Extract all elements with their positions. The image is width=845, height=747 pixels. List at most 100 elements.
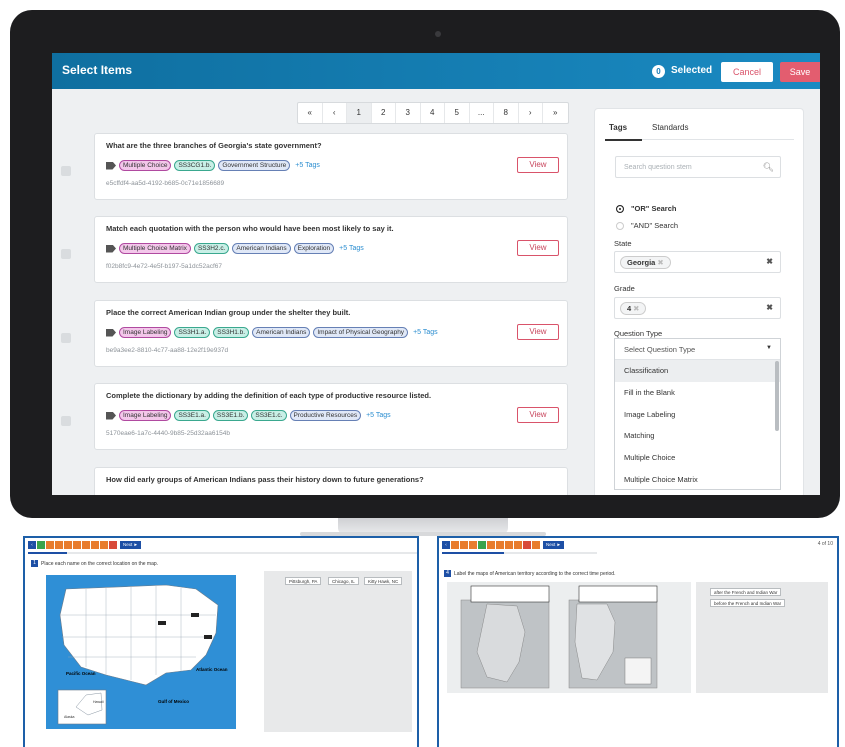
answer-chip[interactable]: Chicago, IL [328,577,359,585]
next-button[interactable]: Next ► [120,541,141,549]
question-nav-button[interactable] [505,541,513,549]
grade-select[interactable]: 4 ✖ ✖ [614,297,781,319]
answer-chip[interactable]: Pittsburgh, PA [285,577,322,585]
next-page-button[interactable]: › [519,103,543,123]
page-button[interactable]: 2 [372,103,396,123]
tag-chip: SS3H2.c. [193,243,230,254]
question-nav-button[interactable] [73,541,81,549]
question-text: Place the correct American Indian group … [106,308,351,317]
page-title: Select Items [62,63,133,77]
question-nav-button[interactable] [532,541,540,549]
next-button[interactable]: Next ► [543,541,564,549]
page-button[interactable]: 4 [421,103,445,123]
question-nav-button[interactable] [55,541,63,549]
dropdown-scrollbar[interactable] [775,361,779,431]
clear-icon[interactable]: ✖ [766,303,773,312]
state-chip[interactable]: Georgia ✖ [620,256,671,269]
grade-chip[interactable]: 4 ✖ [620,302,647,315]
tag-icon [106,411,116,420]
question-nav-button[interactable] [478,541,486,549]
question-nav-button[interactable] [469,541,477,549]
us-map-image: Alaska Hawaii Atlantic Ocean Pacific Oce… [46,575,236,729]
question-type-dropdown[interactable]: Select Question Type ▼ Classification Fi… [614,338,781,490]
tag-chip: Productive Resources [289,410,362,421]
question-instruction: Label the maps of American territory acc… [454,571,616,577]
tag-chip: Multiple Choice [119,160,172,171]
view-button[interactable]: View [517,240,559,256]
tag-icon [106,161,116,170]
tab-tags[interactable]: Tags [609,123,627,132]
and-search-label: "AND" Search [631,221,679,230]
page-button[interactable]: 8 [494,103,519,123]
question-nav-button[interactable] [109,541,117,549]
page-button[interactable]: 1 [347,103,372,123]
prev-page-button[interactable]: ‹ [323,103,347,123]
item-checkbox[interactable] [61,166,71,176]
tab-standards[interactable]: Standards [652,123,688,132]
question-nav-button[interactable] [487,541,495,549]
dropdown-option[interactable]: Fill in the Blank [615,382,780,404]
question-nav-button[interactable] [523,541,531,549]
question-type-select[interactable]: Select Question Type ▼ [615,339,780,360]
page-button[interactable]: 3 [396,103,421,123]
active-tab-underline [605,139,642,141]
search-input[interactable]: Search question stem 🔍︎ [615,156,781,178]
view-button[interactable]: View [517,157,559,173]
or-search-radio[interactable] [616,205,624,213]
more-tags-link[interactable]: +5 Tags [364,412,393,419]
answer-drop-zone [578,585,658,603]
question-nav-button[interactable] [91,541,99,549]
question-nav: ‹ Next ► [442,541,564,549]
dropdown-option[interactable]: Multiple Choice [615,447,780,469]
state-label: State [614,239,632,248]
monitor-frame: Select Items 0 Selected Cancel Save « ‹ … [10,10,840,518]
view-button[interactable]: View [517,407,559,423]
tag-chip: SS3H1.b. [213,327,250,338]
more-tags-link[interactable]: +5 Tags [293,162,322,169]
more-tags-link[interactable]: +5 Tags [411,329,440,336]
answer-chip[interactable]: after the French and Indian War [710,588,782,596]
tag-chip: Government Structure [218,160,291,171]
dropdown-option[interactable]: Multiple Choice Matrix [615,469,780,491]
question-nav-button[interactable] [82,541,90,549]
selected-count-badge: 0 [652,65,665,78]
or-search-label: "OR" Search [631,204,677,213]
question-nav-button[interactable] [451,541,459,549]
question-nav-button[interactable] [46,541,54,549]
and-search-radio[interactable] [616,222,624,230]
cancel-button[interactable]: Cancel [721,62,773,82]
save-button[interactable]: Save [780,62,820,82]
filter-panel: Tags Standards Search question stem 🔍︎ "… [594,108,804,495]
dropdown-option[interactable]: Classification [615,360,780,382]
item-checkbox[interactable] [61,416,71,426]
question-nav-button[interactable] [496,541,504,549]
tag-icon [106,328,116,337]
map-label: Gulf of Mexico [158,699,189,704]
question-nav-button[interactable] [460,541,468,549]
pagination: « ‹ 1 2 3 4 5 ... 8 › » [297,102,569,124]
answer-chip[interactable]: Kitty Hawk, NC [364,577,403,585]
dropdown-option[interactable]: Matching [615,425,780,447]
question-card: Place the correct American Indian group … [94,300,568,367]
answer-chip[interactable]: before the French and Indian War [710,599,786,607]
more-tags-link[interactable]: +5 Tags [337,245,366,252]
question-nav-button[interactable] [37,541,45,549]
prev-button[interactable]: ‹ [28,541,36,549]
item-checkbox[interactable] [61,249,71,259]
question-nav-button[interactable] [64,541,72,549]
item-checkbox[interactable] [61,333,71,343]
view-button[interactable]: View [517,324,559,340]
first-page-button[interactable]: « [298,103,323,123]
prev-button[interactable]: ‹ [442,541,450,549]
dropdown-option[interactable]: Image Labeling [615,404,780,426]
state-select[interactable]: Georgia ✖ ✖ [614,251,781,273]
question-nav-button[interactable] [514,541,522,549]
clear-icon[interactable]: ✖ [766,257,773,266]
search-icon: 🔍︎ [762,162,774,172]
label-maps-preview: ‹ Next ► 4 of 10 4 Label the maps of Ame… [437,536,839,747]
question-nav-button[interactable] [100,541,108,549]
question-text: How did early groups of American Indians… [106,475,424,484]
question-number-icon: 4 [444,570,451,577]
page-button[interactable]: 5 [445,103,470,123]
last-page-button[interactable]: » [543,103,568,123]
